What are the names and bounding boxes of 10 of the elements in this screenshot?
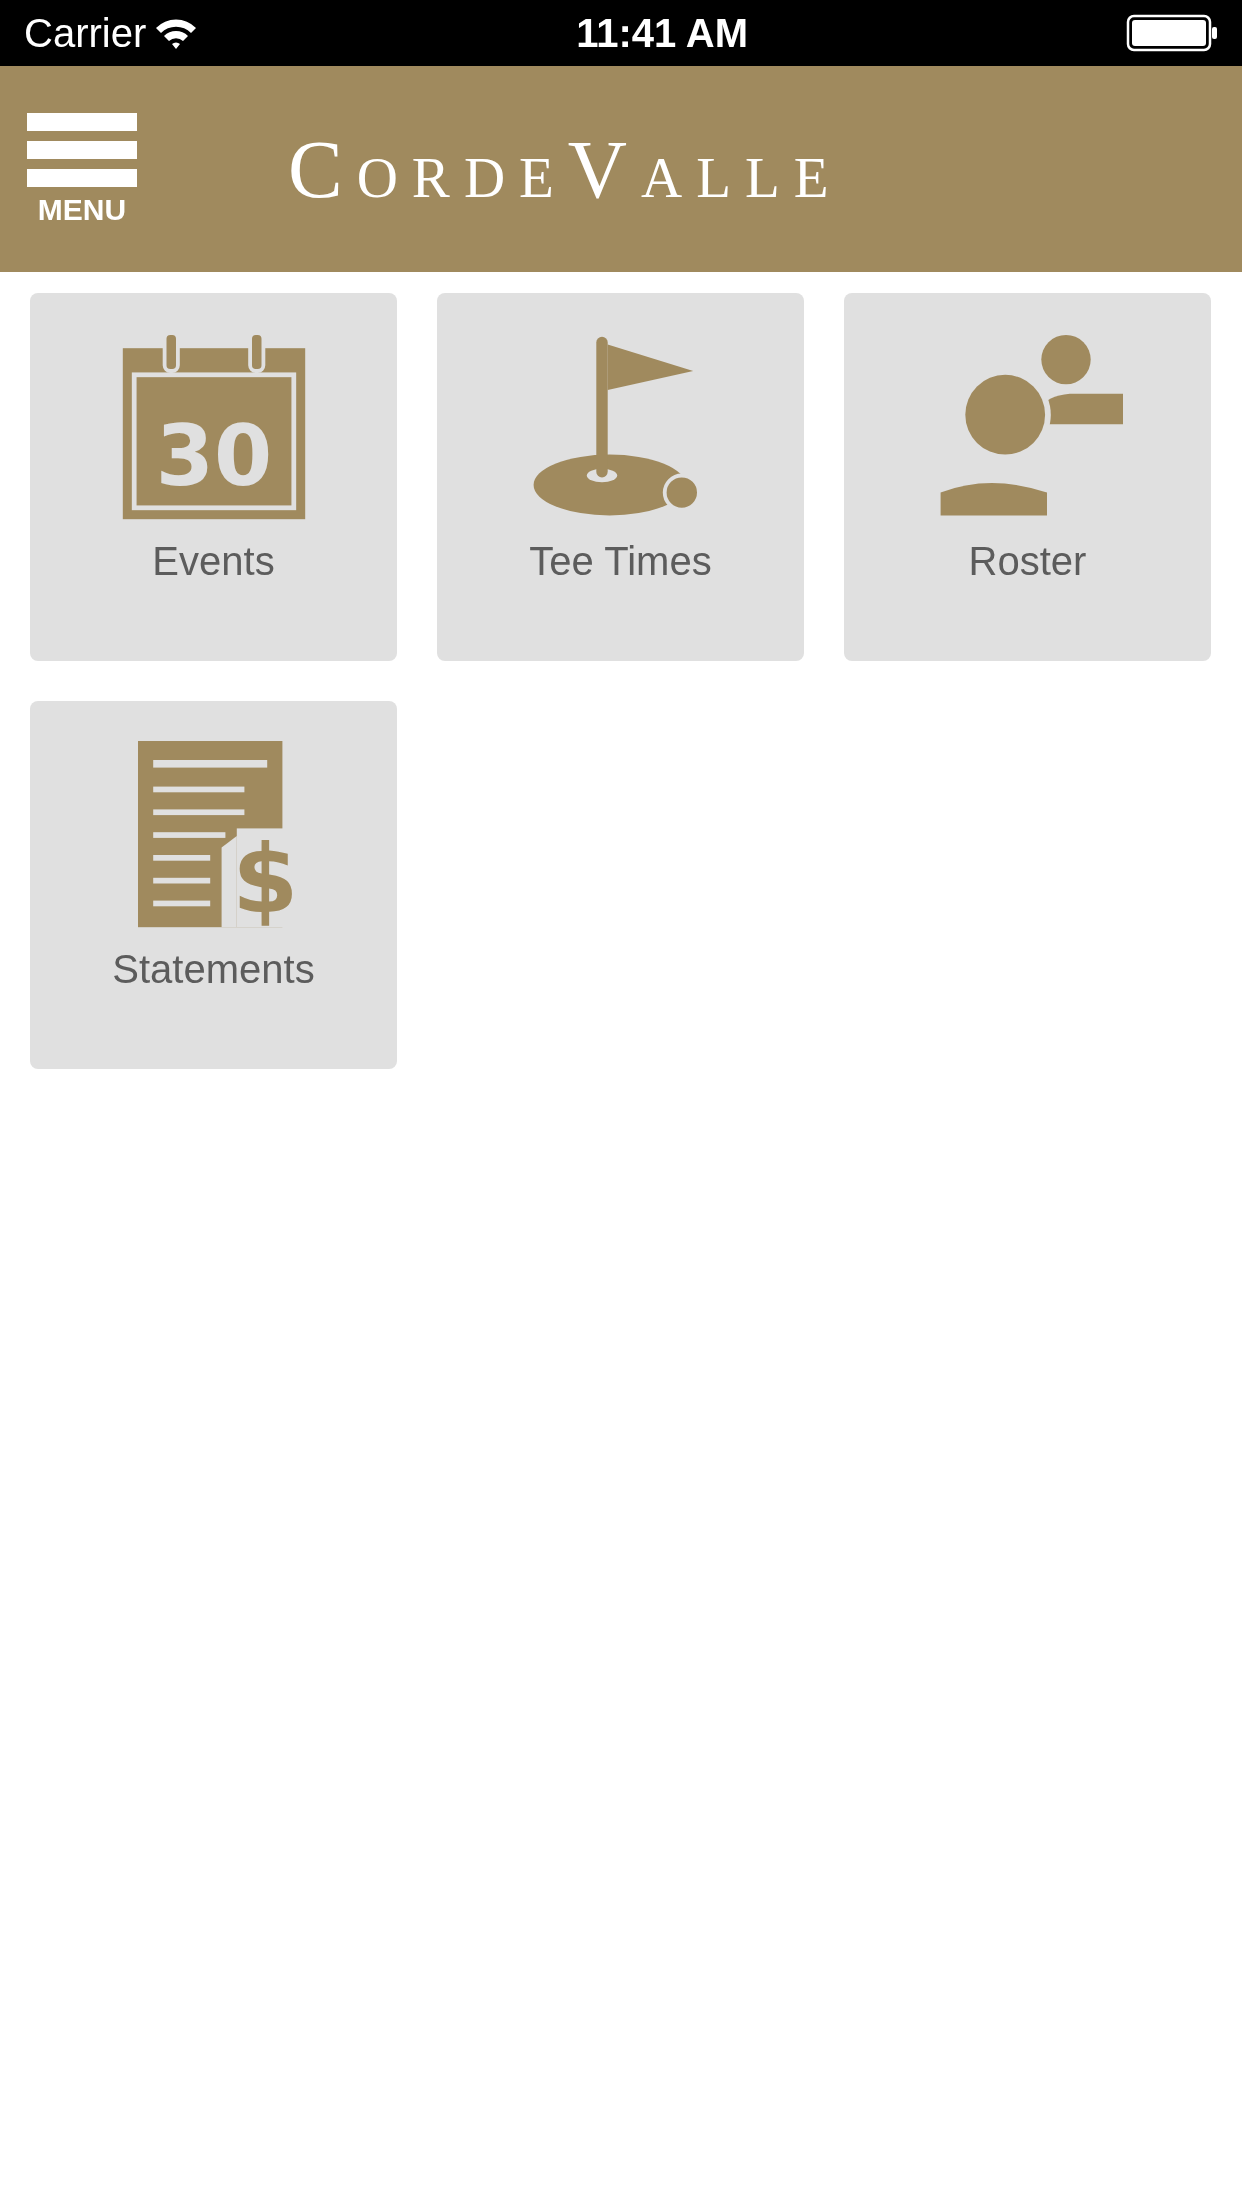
menu-icon: [27, 113, 137, 187]
logo-text: CordeValle: [288, 122, 843, 217]
clock-time: 11:41 AM: [576, 10, 749, 57]
menu-button[interactable]: MENU: [26, 113, 138, 225]
menu-tile[interactable]: $ Statements: [30, 701, 397, 1069]
carrier-name: Carrier: [24, 10, 147, 57]
menu-tile[interactable]: 30 Events: [30, 293, 397, 661]
menu-tile[interactable]: Tee Times: [437, 293, 804, 661]
menu-tile[interactable]: Roster: [844, 293, 1211, 661]
battery-icon: [1126, 13, 1218, 53]
